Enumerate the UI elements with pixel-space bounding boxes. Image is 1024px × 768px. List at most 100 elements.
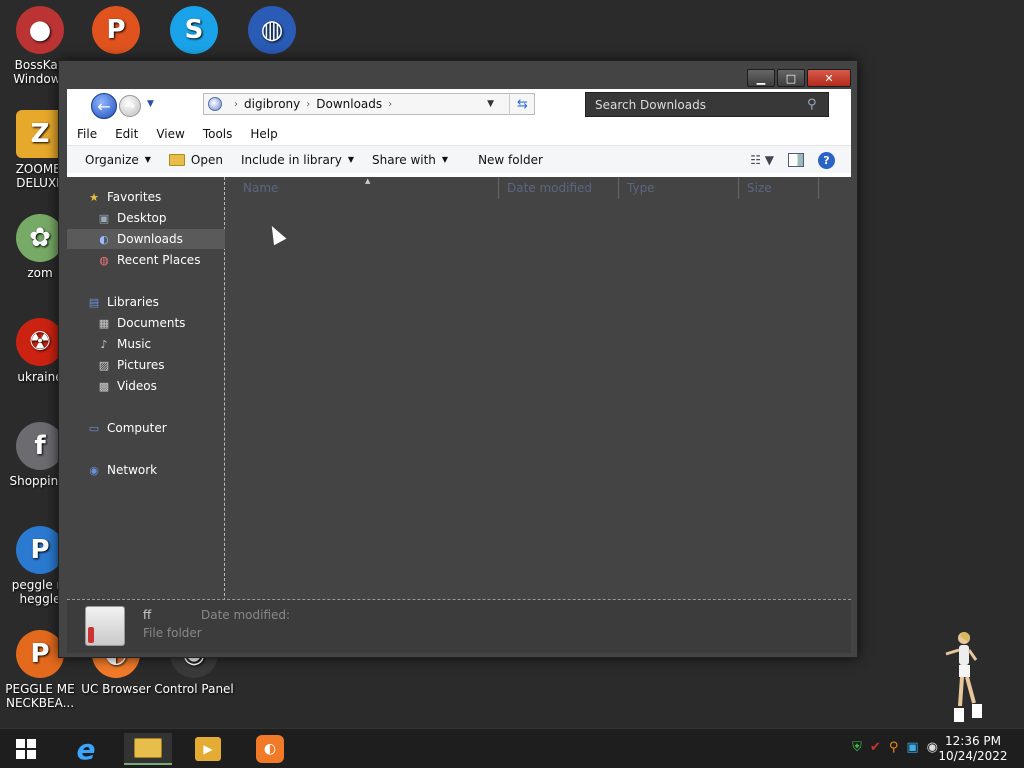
details-modified-label: Date modified: [201,608,291,622]
nav-recent-places[interactable]: ◍ Recent Places [67,250,225,270]
nav-computer[interactable]: ▭ Computer [67,418,225,438]
desktop-icon-peggle-top[interactable]: P [76,6,156,58]
nav-videos[interactable]: ▩ Videos [67,376,225,396]
minimize-button[interactable]: ▁ [747,69,775,87]
desktop-icon-label: PEGGLE ME NECKBEA... [5,682,75,710]
nav-favorites[interactable]: ★ Favorites [67,187,225,207]
menu-file[interactable]: File [77,127,97,141]
help-icon[interactable]: ? [818,151,835,169]
nav-label: Computer [107,421,167,435]
column-size[interactable]: Size [739,177,819,199]
nav-label: Pictures [117,358,165,372]
windows-logo-icon [16,739,36,759]
desktop-icon-label: UC Browser [81,682,151,696]
command-bar: Organize ▼ Open Include in library ▼ Sha… [67,145,851,173]
nav-desktop[interactable]: ▣ Desktop [67,208,225,228]
videos-icon: ▩ [98,379,110,393]
nav-label: Network [107,463,158,477]
column-type[interactable]: Type [619,177,739,199]
breadcrumb-digibrony[interactable]: digibrony [244,97,300,111]
taskbar-media-player[interactable]: ▶ [184,733,232,765]
share-with-button[interactable]: Share with ▼ [372,153,448,167]
taskbar-uc-browser[interactable]: ◐ [246,733,294,765]
taskbar: e ▶ ◐ ⛨ ✔ ⚲ ▣ ◉ 12:36 PM 10/24/2022 [0,728,1024,768]
desktop-icon-skype[interactable]: S [154,6,234,58]
column-name[interactable]: Name [225,177,499,199]
start-button[interactable] [2,733,50,765]
navigation-pane: ★ Favorites ▣ Desktop ◐ Downloads ◍ Rece… [67,177,225,601]
clock[interactable]: 12:36 PM 10/24/2022 [938,734,1008,764]
nav-label: Videos [117,379,157,393]
chevron-right-icon[interactable]: › [306,99,310,110]
nav-libraries[interactable]: ▤ Libraries [67,292,225,312]
forward-button[interactable]: → [119,95,141,117]
libraries-icon: ▤ [88,295,100,309]
view-options-icon[interactable]: ☷ ▼ [750,153,774,167]
display-icon[interactable]: ▣ [906,740,918,755]
documents-icon: ▦ [98,316,110,330]
close-button[interactable]: ✕ [807,69,851,87]
system-tray: ⛨ ✔ ⚲ ▣ ◉ [852,740,938,755]
nav-network[interactable]: ◉ Network [67,460,225,480]
folder-icon [134,738,162,758]
music-icon: ♪ [100,337,108,351]
menu-tools[interactable]: Tools [203,127,233,141]
chevron-down-icon: ▼ [441,155,449,164]
organize-button[interactable]: Organize ▼ [85,153,151,167]
peggle-icon: P [16,526,64,574]
chevron-right-icon[interactable]: › [234,99,238,110]
menu-bar: File Edit View Tools Help [67,123,851,145]
antivirus-icon[interactable]: ✔ [870,740,881,755]
menu-view[interactable]: View [156,127,184,141]
desktop-icon-globe[interactable]: ◍ [232,6,312,58]
address-bar[interactable]: › digibrony › Downloads › ▼ [203,93,535,115]
share-label: Share with [372,152,436,167]
peggle-icon: P [16,630,64,678]
preview-pane-icon[interactable] [788,153,804,167]
flower-icon: ✿ [16,214,64,262]
breadcrumb-downloads[interactable]: Downloads [316,97,382,111]
new-folder-button[interactable]: New folder [478,153,543,167]
downloads-location-icon [208,97,222,111]
nav-label: Desktop [117,211,167,225]
file-list[interactable]: ▲ Name Date modified Type Size [225,177,851,601]
refresh-icon: ⇆ [517,96,528,112]
recent-pages-dropdown[interactable]: ▼ [147,99,154,109]
nav-pictures[interactable]: ▨ Pictures [67,355,225,375]
search-icon[interactable]: ⚲ [807,97,817,112]
open-button[interactable]: Open [168,152,223,167]
uc-browser-icon: ◐ [256,735,284,763]
volume-icon[interactable]: ◉ [927,740,938,755]
flash-icon: f [16,422,64,470]
details-type: File folder [143,626,202,640]
open-label: Open [190,152,223,167]
folder-icon [168,153,185,166]
column-date-modified[interactable]: Date modified [499,177,619,199]
nav-music[interactable]: ♪ Music [67,334,225,354]
desktop-icon: ▣ [98,211,110,225]
menu-help[interactable]: Help [250,127,277,141]
taskbar-file-explorer[interactable] [124,733,172,765]
clock-date: 10/24/2022 [938,749,1008,763]
media-player-icon: ▶ [195,737,221,761]
chevron-down-icon: ▼ [347,155,354,164]
security-shield-icon[interactable]: ⛨ [852,740,862,755]
chevron-right-icon[interactable]: › [388,99,392,110]
folder-thumbnail-icon [85,606,125,646]
command-bar-right: ☷ ▼ ? [750,146,851,174]
menu-edit[interactable]: Edit [115,127,138,141]
taskbar-internet-explorer[interactable]: e [62,733,110,766]
nav-documents[interactable]: ▦ Documents [67,313,225,333]
search-input[interactable]: Search Downloads [585,92,829,117]
search-tray-icon[interactable]: ⚲ [889,740,899,755]
dancer-figure [945,632,982,722]
nav-label: Libraries [107,295,159,309]
address-dropdown-icon[interactable]: ▼ [487,99,494,109]
chevron-down-icon: ▼ [144,155,151,164]
back-button[interactable]: ← [91,93,117,119]
maximize-button[interactable]: □ [777,69,805,87]
bosskan-icon: ● [16,6,64,54]
include-in-library-button[interactable]: Include in library ▼ [241,153,354,167]
nav-downloads[interactable]: ◐ Downloads [67,229,225,249]
refresh-button[interactable]: ⇆ [509,93,535,115]
